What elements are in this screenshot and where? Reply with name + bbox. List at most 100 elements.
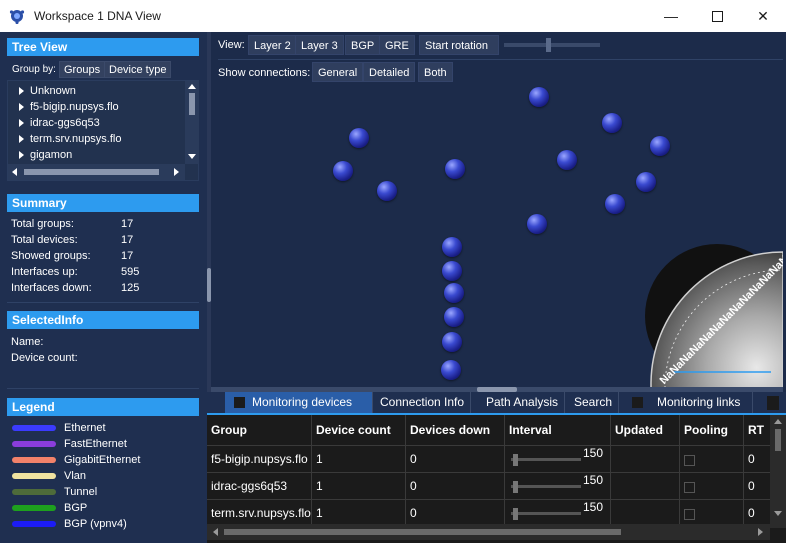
device-node[interactable] xyxy=(444,307,464,327)
scroll-right-icon[interactable] xyxy=(758,528,763,536)
scroll-down-icon[interactable] xyxy=(774,511,782,516)
device-node[interactable] xyxy=(557,150,577,170)
grid-horizontal-scrollbar[interactable] xyxy=(207,524,770,540)
tree-item[interactable]: gigamon xyxy=(19,149,72,161)
pooling-cell[interactable] xyxy=(680,445,744,472)
tree-horizontal-scrollbar[interactable] xyxy=(8,164,185,180)
expand-icon[interactable] xyxy=(19,151,24,159)
group-by-groups-button[interactable]: Groups xyxy=(59,61,106,78)
close-button[interactable]: ✕ xyxy=(740,0,786,32)
connections-detailed-button[interactable]: Detailed xyxy=(363,62,416,82)
column-header[interactable]: Device count xyxy=(312,415,406,445)
interval-slider[interactable] xyxy=(511,512,581,515)
tab-overflow-icon[interactable] xyxy=(767,396,779,410)
device-node[interactable] xyxy=(605,194,625,214)
expand-icon[interactable] xyxy=(19,103,24,111)
slider-thumb[interactable] xyxy=(546,38,551,52)
tree-vertical-scrollbar[interactable] xyxy=(185,81,199,164)
grid-cell-rt[interactable]: 0 xyxy=(744,472,770,499)
grid-cell-devices-down[interactable]: 0 xyxy=(406,445,505,472)
device-node[interactable] xyxy=(377,181,397,201)
device-node[interactable] xyxy=(636,172,656,192)
maximize-button[interactable] xyxy=(694,0,740,32)
slider-thumb[interactable] xyxy=(513,481,518,493)
tab-path-analysis[interactable]: Path Analysis xyxy=(480,392,566,413)
device-node[interactable] xyxy=(333,161,353,181)
column-header[interactable]: Pooling xyxy=(680,415,744,445)
grid-cell-updated[interactable] xyxy=(611,499,680,526)
grid-cell-group[interactable]: term.srv.nupsys.flo xyxy=(207,499,312,526)
device-tree[interactable]: Unknown f5-bigip.nupsys.flo idrac-ggs6q5… xyxy=(7,80,199,181)
pooling-checkbox[interactable] xyxy=(684,509,695,520)
monitoring-grid[interactable]: Group Device count Devices down Interval… xyxy=(207,415,770,528)
device-node[interactable] xyxy=(650,136,670,156)
tab-monitoring-devices[interactable]: Monitoring devices xyxy=(225,392,373,413)
grid-cell-group[interactable]: f5-bigip.nupsys.flo xyxy=(207,445,312,472)
interval-slider[interactable] xyxy=(511,485,581,488)
tree-item[interactable]: f5-bigip.nupsys.flo xyxy=(19,101,119,113)
interval-slider[interactable] xyxy=(511,458,581,461)
view-layer2-button[interactable]: Layer 2 xyxy=(248,35,297,55)
tree-item[interactable]: Unknown xyxy=(19,85,76,97)
checkbox-icon[interactable] xyxy=(234,397,245,408)
scroll-thumb[interactable] xyxy=(224,529,621,535)
slider-thumb[interactable] xyxy=(513,454,518,466)
view-layer3-button[interactable]: Layer 3 xyxy=(295,35,344,55)
column-header[interactable]: Group xyxy=(207,415,312,445)
grid-cell-device-count[interactable]: 1 xyxy=(312,499,406,526)
scroll-left-icon[interactable] xyxy=(213,528,218,536)
interval-cell[interactable]: 150 xyxy=(505,445,611,472)
interval-cell[interactable]: 150 xyxy=(505,499,611,526)
device-node[interactable] xyxy=(442,261,462,281)
grid-cell-updated[interactable] xyxy=(611,472,680,499)
expand-icon[interactable] xyxy=(19,87,24,95)
scroll-left-icon[interactable] xyxy=(12,168,17,176)
scroll-right-icon[interactable] xyxy=(174,168,179,176)
grid-cell-updated[interactable] xyxy=(611,445,680,472)
scroll-thumb[interactable] xyxy=(24,169,159,175)
rotation-speed-slider[interactable] xyxy=(504,38,600,52)
pooling-checkbox[interactable] xyxy=(684,455,695,466)
scroll-thumb[interactable] xyxy=(189,93,195,115)
tab-search[interactable]: Search xyxy=(568,392,620,413)
checkbox-icon[interactable] xyxy=(632,397,643,408)
grid-cell-device-count[interactable]: 1 xyxy=(312,445,406,472)
connections-general-button[interactable]: General xyxy=(312,62,364,82)
scroll-up-icon[interactable] xyxy=(774,419,782,424)
interval-cell[interactable]: 150 xyxy=(505,472,611,499)
device-node[interactable] xyxy=(527,214,547,234)
expand-icon[interactable] xyxy=(19,135,24,143)
dna-3d-viewport[interactable]: View: Layer 2 Layer 3 BGP GRE Start rota… xyxy=(211,32,783,388)
grid-cell-group[interactable]: idrac-ggs6q53 xyxy=(207,472,312,499)
grid-vertical-scrollbar[interactable] xyxy=(770,415,786,528)
column-header[interactable]: Devices down xyxy=(406,415,505,445)
slider-thumb[interactable] xyxy=(513,508,518,520)
scroll-up-icon[interactable] xyxy=(188,84,196,89)
view-bgp-button[interactable]: BGP xyxy=(345,35,381,55)
device-node[interactable] xyxy=(442,332,462,352)
grid-cell-rt[interactable]: 0 xyxy=(744,499,770,526)
device-node[interactable] xyxy=(445,159,465,179)
column-header[interactable]: Interval xyxy=(505,415,611,445)
pooling-cell[interactable] xyxy=(680,472,744,499)
view-gre-button[interactable]: GRE xyxy=(379,35,415,55)
tree-item[interactable]: idrac-ggs6q53 xyxy=(19,117,100,129)
grid-cell-rt[interactable]: 0 xyxy=(744,445,770,472)
group-by-device-type-button[interactable]: Device type xyxy=(104,61,172,78)
scroll-thumb[interactable] xyxy=(775,429,781,451)
device-node[interactable] xyxy=(349,128,369,148)
device-node[interactable] xyxy=(444,283,464,303)
device-node[interactable] xyxy=(442,237,462,257)
tab-monitoring-links[interactable]: Monitoring links xyxy=(621,392,753,413)
pooling-cell[interactable] xyxy=(680,499,744,526)
tab-connection-info[interactable]: Connection Info xyxy=(374,392,472,413)
minimize-button[interactable]: — xyxy=(648,0,694,32)
expand-icon[interactable] xyxy=(19,119,24,127)
device-node[interactable] xyxy=(602,113,622,133)
device-node[interactable] xyxy=(529,87,549,107)
column-header[interactable]: Updated xyxy=(611,415,680,445)
tree-item[interactable]: term.srv.nupsys.flo xyxy=(19,133,122,145)
pooling-checkbox[interactable] xyxy=(684,482,695,493)
grid-cell-devices-down[interactable]: 0 xyxy=(406,472,505,499)
scroll-down-icon[interactable] xyxy=(188,154,196,159)
